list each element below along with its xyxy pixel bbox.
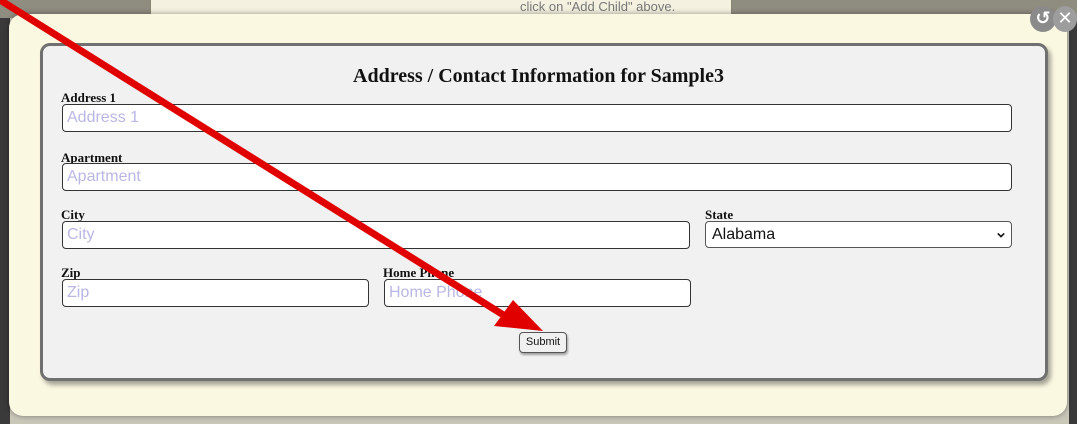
form-title: Address / Contact Information for Sample… <box>353 65 724 87</box>
address1-label: Address 1 <box>61 90 117 105</box>
city-input[interactable] <box>62 221 690 249</box>
submit-button[interactable]: Submit <box>519 332 567 353</box>
apartment-input[interactable] <box>62 163 1012 191</box>
state-selected-value: Alabama <box>712 226 776 243</box>
state-label: State <box>705 207 734 222</box>
background-instruction-text: click on "Add Child" above. <box>520 0 676 14</box>
address1-input[interactable] <box>62 104 1012 132</box>
state-select[interactable]: Alabama <box>705 221 1012 248</box>
home-phone-label: Home Phone <box>383 265 455 280</box>
form-panel <box>40 43 1048 381</box>
city-label: City <box>61 207 85 222</box>
zip-input[interactable] <box>62 279 369 307</box>
zip-label: Zip <box>61 265 81 280</box>
close-icon[interactable]: ✕ <box>1053 6 1077 32</box>
home-phone-input[interactable] <box>384 279 691 307</box>
chevron-down-icon <box>997 232 1005 238</box>
